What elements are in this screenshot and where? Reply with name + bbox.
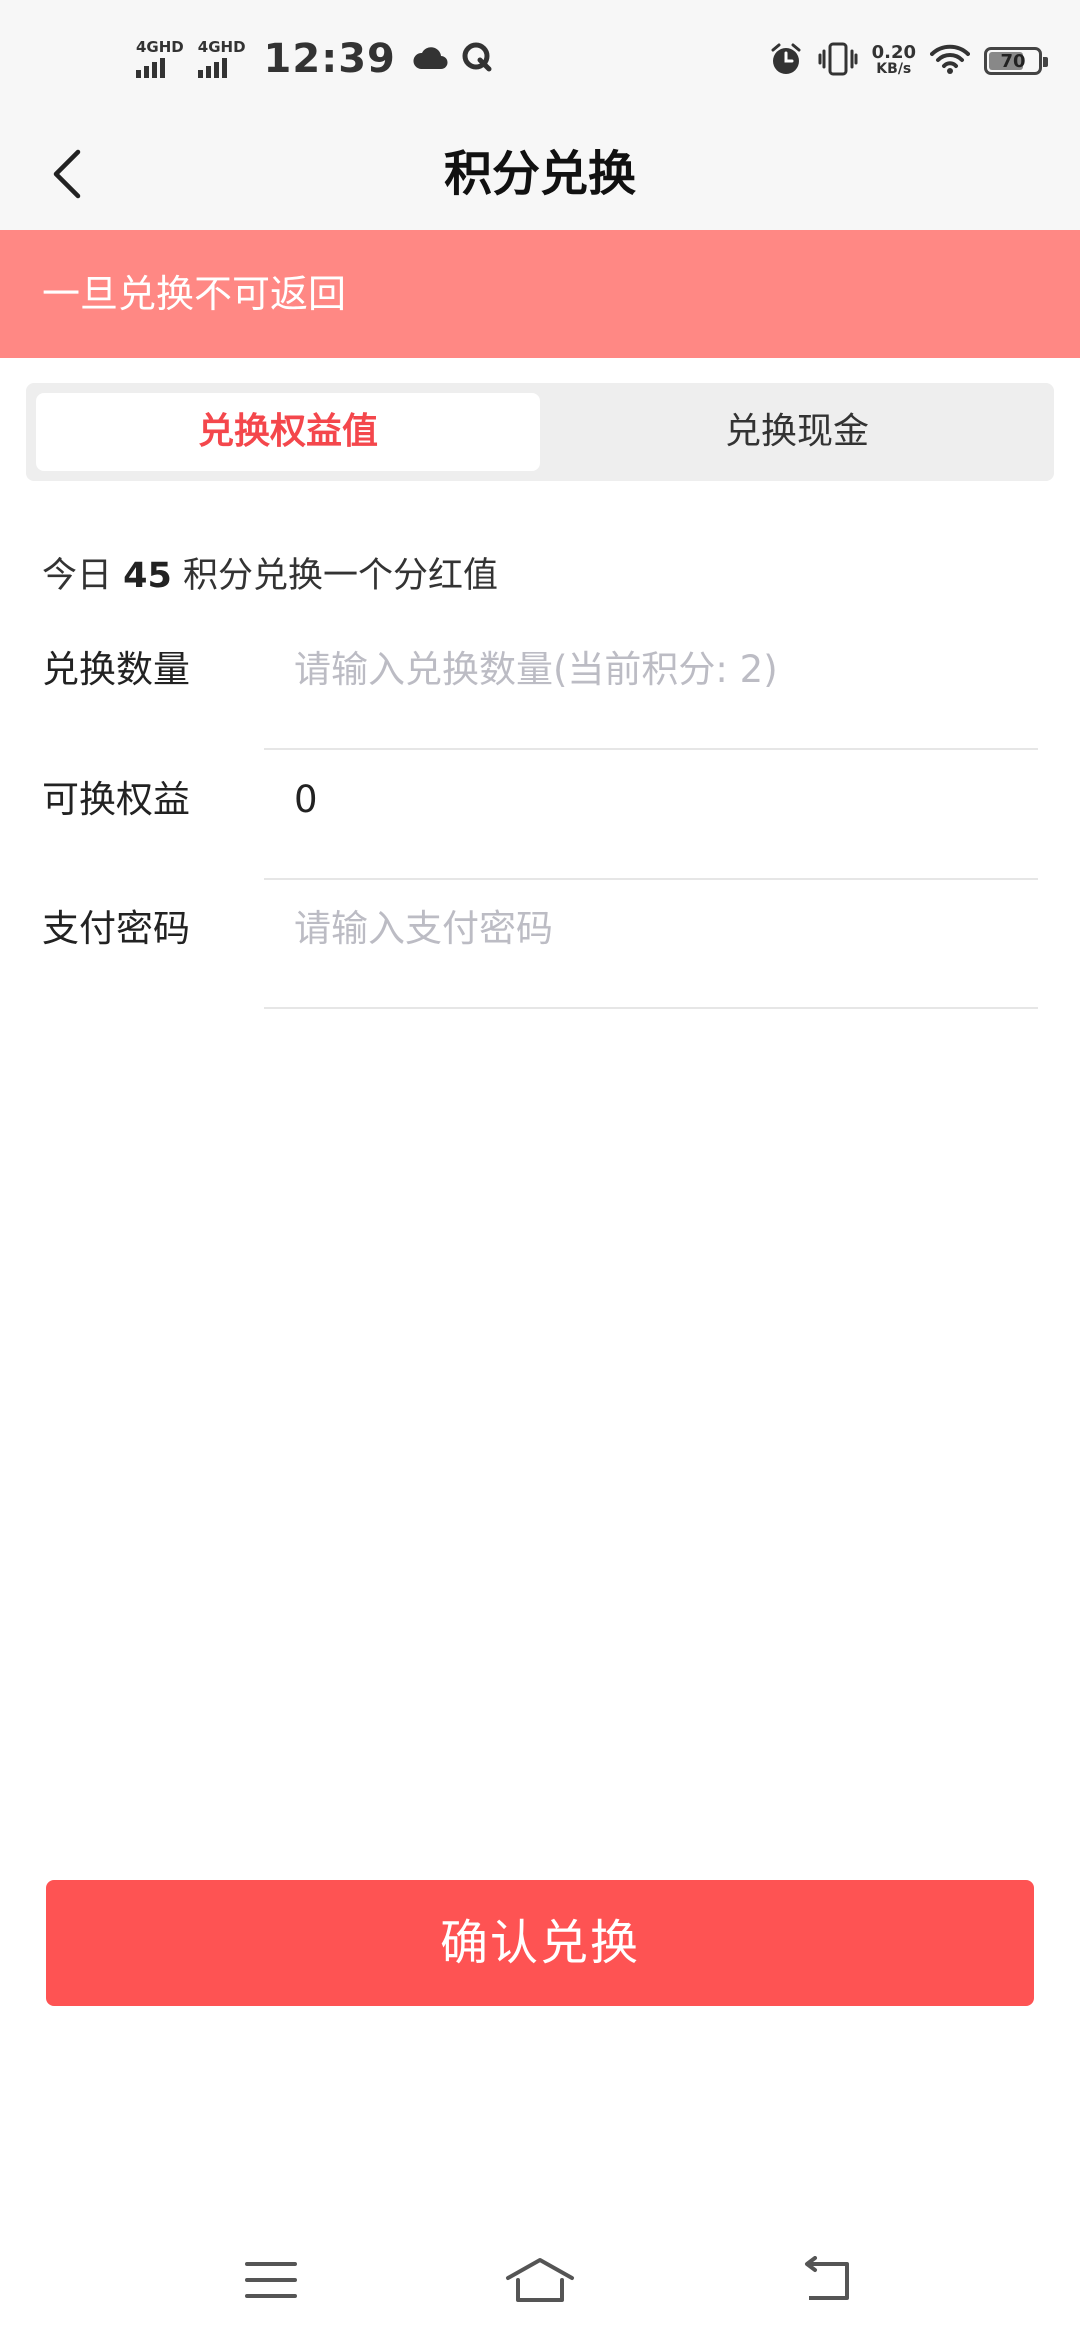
status-right: 0.20 KB/s 70: [768, 36, 1048, 86]
back-icon: [805, 2256, 849, 2300]
sim2-network-label: 4GHD: [197, 38, 246, 56]
weather-cloud-icon: [412, 43, 450, 75]
sim1-network-label: 4GHD: [136, 38, 184, 56]
signal-icon: 4GHD: [197, 38, 246, 78]
network-speed-unit: KB/s: [876, 61, 912, 77]
status-bar: 4GHD 4GHD 12:39 0.20 KB/s 70: [0, 0, 1080, 118]
clock: 12:39: [263, 36, 396, 82]
exchange-type-tabs: 兑换权益值 兑换现金: [26, 383, 1054, 481]
menu-icon: [245, 2262, 297, 2298]
battery-icon: 70: [984, 47, 1048, 75]
notice-banner: 一旦兑换不可返回: [0, 230, 1080, 358]
password-field: [264, 879, 1038, 1009]
password-row: 支付密码: [42, 879, 1038, 1009]
back-arrow-icon: [53, 149, 81, 199]
confirm-exchange-button[interactable]: 确认兑换: [46, 1880, 1034, 2006]
home-button[interactable]: [500, 2248, 580, 2312]
menu-button[interactable]: [231, 2248, 311, 2312]
back-nav-button[interactable]: [785, 2248, 865, 2312]
alarm-icon: [768, 41, 804, 81]
battery-level: 70: [1000, 50, 1026, 72]
password-label: 支付密码: [42, 907, 190, 950]
rate-points: 45: [123, 556, 172, 596]
quantity-row: 兑换数量: [42, 620, 1038, 750]
network-speed: 0.20 KB/s: [872, 44, 916, 78]
tab-exchange-cash[interactable]: 兑换现金: [550, 393, 1044, 471]
network-speed-value: 0.20: [871, 42, 916, 63]
exchange-rate-info: 今日 45 积分兑换一个分红值: [42, 548, 498, 604]
signal-icon: 4GHD: [136, 40, 184, 78]
quantity-field: [264, 620, 1038, 750]
password-input[interactable]: [294, 879, 1014, 979]
equity-field: 0: [264, 750, 1038, 880]
back-button[interactable]: [40, 138, 110, 208]
rate-suffix: 积分兑换一个分红值: [183, 556, 499, 596]
equity-label: 可换权益: [42, 778, 190, 821]
page-title: 积分兑换: [443, 146, 636, 202]
wifi-icon: [930, 43, 970, 79]
status-left: 4GHD 4GHD 12:39: [136, 34, 504, 84]
equity-value: 0: [294, 778, 318, 821]
quantity-label: 兑换数量: [42, 648, 190, 691]
system-navigation-bar: [0, 2220, 1080, 2340]
vibrate-icon: [818, 41, 858, 81]
tab-exchange-equity[interactable]: 兑换权益值: [36, 393, 540, 471]
rate-prefix: 今日: [42, 556, 113, 596]
app-q-icon: [460, 40, 494, 78]
header-bar: 积分兑换: [0, 118, 1080, 230]
equity-row: 可换权益 0: [42, 750, 1038, 880]
home-icon: [506, 2258, 574, 2302]
notice-text: 一旦兑换不可返回: [42, 272, 347, 316]
quantity-input[interactable]: [294, 620, 1014, 720]
